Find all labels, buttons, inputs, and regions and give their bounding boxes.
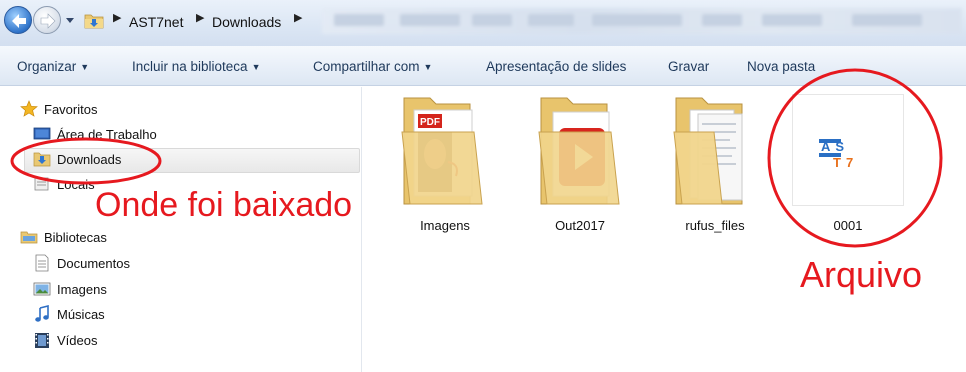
svg-text:PDF: PDF	[420, 117, 440, 128]
recent-places-icon	[34, 177, 49, 191]
address-bar: ▶ AST7net ▶ Downloads ▶	[0, 0, 966, 46]
include-library-label: Incluir na biblioteca	[132, 59, 248, 74]
breadcrumb-separator[interactable]: ▶	[294, 11, 302, 24]
pictures-icon	[33, 282, 51, 296]
videos-label: Vídeos	[57, 333, 98, 348]
breadcrumb-separator[interactable]: ▶	[196, 11, 204, 24]
include-library-button[interactable]: Incluir na biblioteca ▼	[132, 59, 261, 74]
organize-label: Organizar	[17, 59, 77, 74]
star-icon	[20, 100, 38, 117]
folder-pdf-icon: PDF	[401, 97, 483, 205]
blurred-region	[322, 8, 962, 34]
back-button[interactable]	[4, 6, 32, 34]
file-name: rufus_files	[685, 218, 745, 233]
file-list: PDF Imagens Out2017 rufus_files AS T7 00…	[363, 87, 966, 372]
file-name: Imagens	[420, 218, 470, 233]
forward-button[interactable]	[33, 6, 61, 34]
file-name: Out2017	[555, 218, 605, 233]
breadcrumb-separator[interactable]: ▶	[113, 11, 121, 24]
pictures-label: Imagens	[57, 282, 107, 297]
folder-video-icon	[538, 97, 620, 205]
new-folder-button[interactable]: Nova pasta	[747, 59, 815, 74]
navigation-pane: Favoritos Área de Trabalho Downloads Loc…	[0, 87, 362, 372]
share-with-label: Compartilhar com	[313, 59, 420, 74]
recent-pages-dropdown-icon[interactable]	[64, 14, 76, 26]
breadcrumb-ast7net[interactable]: AST7net	[129, 14, 183, 30]
annotation-file-note: Arquivo	[800, 254, 923, 295]
annotation-downloads-note: Onde foi baixado	[95, 186, 353, 224]
desktop-label: Área de Trabalho	[57, 127, 157, 142]
command-bar: Organizar ▼ Incluir na biblioteca ▼ Compar…	[0, 46, 966, 86]
share-with-button[interactable]: Compartilhar com ▼	[313, 59, 432, 74]
ast7-logo-line1: AS	[821, 139, 849, 154]
folder-documents-icon	[673, 97, 743, 205]
desktop-icon	[33, 127, 51, 140]
ast7-logo-line2: T7	[833, 155, 858, 170]
downloads-folder-icon	[33, 152, 51, 167]
downloads-label: Downloads	[57, 152, 122, 167]
organize-button[interactable]: Organizar ▼	[17, 59, 89, 74]
libraries-label: Bibliotecas	[44, 230, 107, 245]
downloads-folder-icon	[84, 14, 104, 29]
chevron-down-icon: ▼	[251, 62, 261, 72]
film-strip-icon	[35, 333, 49, 348]
documents-label: Documentos	[57, 256, 130, 271]
burn-button[interactable]: Gravar	[668, 59, 709, 74]
file-name: 0001	[833, 218, 863, 233]
ast7-logo: AS T7	[819, 139, 858, 170]
music-note-icon	[35, 305, 49, 322]
libraries-icon	[20, 231, 38, 244]
breadcrumb-downloads[interactable]: Downloads	[212, 14, 281, 30]
recent-places-label: Locais	[57, 177, 95, 192]
arrow-right-icon	[40, 13, 56, 29]
chevron-down-icon: ▼	[423, 62, 433, 72]
ast7-image-icon: AS T7	[792, 94, 904, 206]
chevron-down-icon: ▼	[80, 62, 90, 72]
arrow-left-icon	[12, 14, 26, 28]
favorites-label: Favoritos	[44, 102, 98, 117]
slideshow-button[interactable]: Apresentação de slides	[486, 59, 626, 74]
music-label: Músicas	[57, 307, 105, 322]
documents-icon	[35, 254, 49, 272]
